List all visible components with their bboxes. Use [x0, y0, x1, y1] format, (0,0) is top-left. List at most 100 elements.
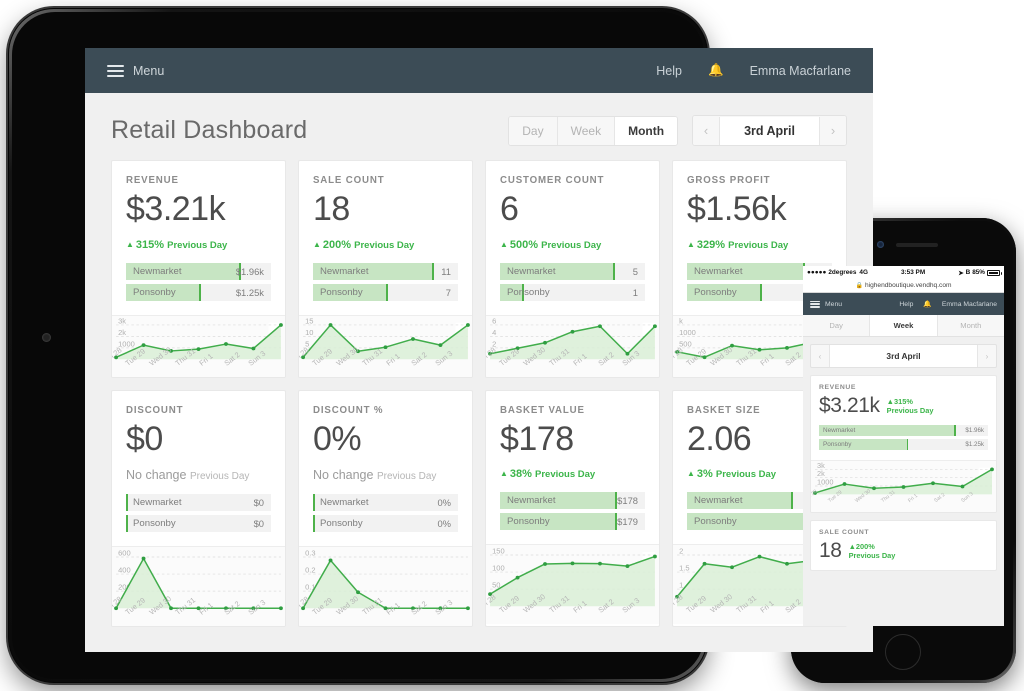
outlet-row[interactable]: Newmarket $0 — [126, 494, 271, 512]
chevron-left-icon[interactable]: ‹ — [811, 352, 829, 361]
outlet-name: Newmarket — [823, 427, 856, 434]
svg-text:400: 400 — [118, 566, 131, 575]
kpi-delta: ▲200% Previous Day — [313, 239, 458, 251]
outlet-list: Newmarket $1.96k Ponsonby $1.25k — [126, 262, 271, 301]
chevron-right-icon[interactable]: › — [820, 116, 846, 145]
chevron-left-icon[interactable]: ‹ — [693, 116, 720, 145]
outlet-value: $1.25k — [235, 286, 264, 298]
date-navigator[interactable]: ‹ 3rd April › — [692, 115, 847, 146]
outlet-row[interactable]: Newmarket 0% — [313, 494, 458, 512]
range-week[interactable]: Week — [557, 116, 616, 145]
user-name[interactable]: Emma Macfarlane — [750, 64, 851, 78]
menu-label[interactable]: Menu — [133, 64, 164, 78]
kpi-card[interactable]: REVENUE $3.21k ▲ 315% Previous Day Newmar… — [111, 160, 286, 378]
bell-icon[interactable]: 🔔 — [923, 300, 931, 308]
kpi-sparkline[interactable]: 1000 2k 3k Mon 28 Tue 29 Wed 30 Thu 31 Fri 1 Sa… — [112, 314, 285, 377]
delta-value: 200% — [855, 541, 875, 551]
phone-kpi-value-row: $3.21k ▲315% Previous Day — [819, 394, 988, 418]
battery-percent: 85% — [972, 269, 985, 276]
outlet-row[interactable]: Newmarket $178 — [500, 492, 645, 510]
bell-icon[interactable]: 🔔 — [708, 63, 724, 78]
kpi-card[interactable]: BASKET VALUE $178 ▲ 38% Previous Day Newm… — [485, 389, 660, 628]
outlet-bar-marker — [431, 262, 434, 280]
outlet-name: Ponsonby — [133, 286, 176, 298]
phone-kpi-card[interactable]: SALE COUNT 18 ▲200% Previous Day — [810, 520, 997, 571]
kpi-card[interactable]: CUSTOMER COUNT 6 ▲ 500% Previous Day Newm… — [485, 160, 660, 378]
kpi-sparkline[interactable]: 200 400 600 Mon 28 Tue 29 Wed 30 Thu 31 Fri 1S… — [112, 546, 285, 627]
kpi-card[interactable]: DISCOUNT $0 No change Previous Day Newma… — [111, 389, 286, 628]
phone-range-week[interactable]: Week — [870, 315, 938, 336]
carrier-label: 2degrees — [828, 269, 857, 276]
outlet-row[interactable]: Ponsonby $1.25k — [126, 283, 271, 301]
outlet-name: Ponsonby — [694, 286, 737, 298]
phone-home-button[interactable] — [885, 634, 921, 670]
kpi-sparkline[interactable]: 0.1 0.2 0.3 Mon 28 Tue 29 Wed 30 Thu 31 Fri 1S… — [299, 546, 472, 627]
help-link[interactable]: Help — [656, 64, 682, 78]
outlet-row[interactable]: Ponsonby $179 — [500, 513, 645, 531]
lock-icon: 🔒 — [855, 283, 863, 289]
kpi-card-body: DISCOUNT $0 No change Previous Day Newma… — [112, 391, 285, 547]
kpi-sparkline[interactable]: 50 100 150 Mon 28 Tue 29 Wed 30 Thu 31 Fri 1 Sa… — [486, 544, 659, 625]
kpi-card-body: SALE COUNT 18 ▲ 200% Previous Day Newmark… — [299, 161, 472, 315]
kpi-value: $0 — [126, 419, 163, 458]
date-label[interactable]: 3rd April — [719, 116, 820, 145]
outlet-row[interactable]: Ponsonby $0 — [126, 515, 271, 533]
outlet-name: Newmarket — [133, 265, 182, 277]
svg-text:6: 6 — [492, 316, 496, 325]
outlet-row[interactable]: Ponsonby 0% — [313, 515, 458, 533]
outlet-row[interactable]: Ponsonby $1.25k — [819, 439, 988, 450]
range-month[interactable]: Month — [615, 116, 678, 145]
page-title: Retail Dashboard — [111, 116, 308, 144]
outlet-row[interactable]: Newmarket $1.96k — [819, 425, 988, 436]
outlet-bar-marker — [198, 283, 201, 301]
phone-range-month[interactable]: Month — [938, 315, 1004, 336]
kpi-label: DISCOUNT — [126, 404, 184, 416]
outlet-row[interactable]: Newmarket 11 — [313, 262, 458, 280]
outlet-value: 1 — [632, 286, 638, 298]
kpi-sparkline[interactable]: 1000 2k 3k Mon 28 Tue 29 Wed 30 Thu 31 Fri 1 Sa… — [811, 460, 996, 512]
trend-up-icon: ▲ — [886, 396, 894, 406]
kpi-card-body: DISCOUNT % 0% No change Previous Day New… — [299, 391, 472, 547]
delta-period: Previous Day — [376, 471, 437, 483]
outlet-row[interactable]: Newmarket 5 — [500, 262, 645, 280]
kpi-label: REVENUE — [819, 384, 857, 391]
outlet-row[interactable]: Ponsonby 7 — [313, 283, 458, 301]
kpi-card-body: BASKET VALUE $178 ▲ 38% Previous Day Newm… — [486, 391, 659, 545]
kpi-card[interactable]: SALE COUNT 18 ▲ 200% Previous Day Newmark… — [298, 160, 473, 378]
outlet-bar-marker — [385, 283, 388, 301]
phone-date-navigator[interactable]: ‹ 3rd April › — [810, 344, 997, 368]
kpi-card[interactable]: DISCOUNT % 0% No change Previous Day New… — [298, 389, 473, 628]
outlet-row[interactable]: Newmarket $1.96k — [126, 262, 271, 280]
kpi-delta: ▲315% Previous Day — [126, 239, 271, 251]
network-label: 4G — [859, 269, 868, 276]
phone-range-day[interactable]: Day — [803, 315, 871, 336]
phone-screen: ●●●●● 2degrees 4G 3:53 PM ➤ B 85% 🔒 high… — [803, 266, 1004, 626]
outlet-name: Ponsonby — [320, 286, 363, 298]
kpi-value: $178 — [500, 419, 574, 458]
trend-up-icon: ▲ — [687, 469, 695, 479]
kpi-sparkline[interactable]: 5 10 15 Mon 28 Tue 29 Wed 30 Thu 31 Fri 1 Sat 2… — [299, 314, 472, 377]
menu-icon[interactable] — [107, 64, 124, 77]
outlet-row[interactable]: Ponsonby 1 — [500, 283, 645, 301]
phone-speaker-icon — [896, 243, 938, 247]
url-text[interactable]: highendboutique.vendhq.com — [865, 282, 952, 289]
range-day[interactable]: Day — [509, 116, 558, 145]
kpi-sparkline[interactable]: 246 Mon 28 Tue 29 Wed 30 Thu 31 Fri 1 Sat 2 Su… — [486, 314, 659, 377]
chart-x-axis: Mon 28Tue 29Wed 30Thu 31Fri 1Sat 2Sun 3 — [811, 488, 996, 512]
outlet-name: Newmarket — [694, 265, 743, 277]
phone-url-bar[interactable]: 🔒 highendboutique.vendhq.com — [803, 279, 1004, 293]
phone-range-segmented-control[interactable]: Day Week Month — [803, 315, 1004, 337]
outlet-list: Newmarket $0 Ponsonby $0 — [126, 494, 271, 533]
help-link[interactable]: Help — [899, 301, 913, 308]
menu-icon[interactable] — [810, 300, 820, 308]
delta-value: 500% — [509, 238, 539, 251]
delta-period: Previous Day — [535, 469, 596, 481]
phone-kpi-card[interactable]: REVENUE $3.21k ▲315% Previous Day Newmar… — [810, 375, 997, 513]
phone-date-label[interactable]: 3rd April — [829, 345, 978, 367]
kpi-label: CUSTOMER COUNT — [500, 175, 605, 186]
kpi-label: BASKET VALUE — [500, 404, 585, 416]
chevron-right-icon[interactable]: › — [978, 352, 996, 361]
menu-label[interactable]: Menu — [825, 301, 842, 308]
user-name[interactable]: Emma Macfarlane — [942, 301, 997, 308]
range-segmented-control[interactable]: Day Week Month — [508, 115, 679, 146]
